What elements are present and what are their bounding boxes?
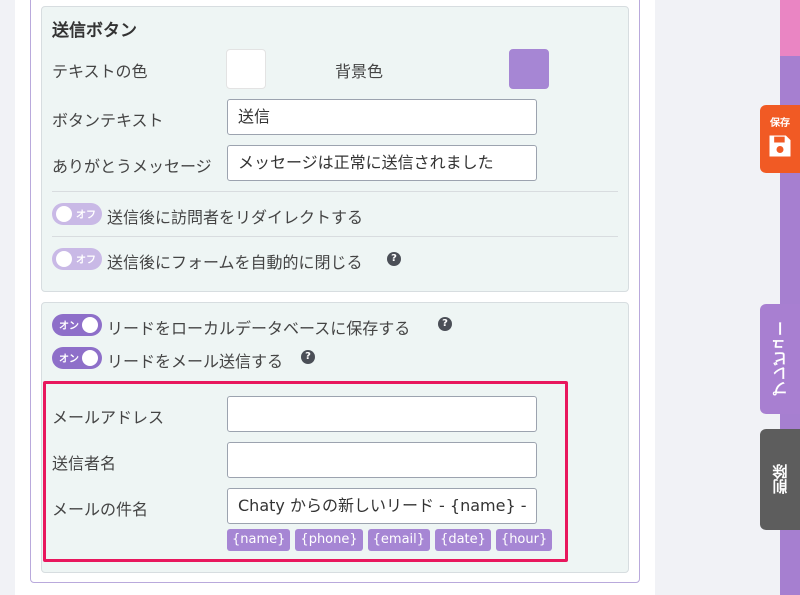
thank-you-input[interactable]: メッセージは正常に送信されました xyxy=(227,145,537,181)
tag-hour[interactable]: {hour} xyxy=(495,529,553,551)
help-icon[interactable]: ? xyxy=(301,350,315,364)
subject-input[interactable]: Chaty からの新しいリード - {name} - xyxy=(227,488,537,524)
help-icon[interactable]: ? xyxy=(387,252,401,266)
text-color-label: テキストの色 xyxy=(52,62,148,81)
toggle-state: オフ xyxy=(76,255,96,266)
bg-color-swatch[interactable] xyxy=(509,49,549,89)
toggle-knob xyxy=(56,206,72,222)
tag-name[interactable]: {name} xyxy=(227,529,291,551)
toggle-knob xyxy=(56,251,72,267)
toggle-state: オン xyxy=(59,354,79,365)
tag-date[interactable]: {date} xyxy=(435,529,491,551)
send-email-toggle[interactable]: オン xyxy=(52,347,102,369)
divider xyxy=(52,191,618,192)
help-icon[interactable]: ? xyxy=(438,317,452,331)
autoclose-toggle[interactable]: オフ xyxy=(52,248,102,270)
toggle-knob xyxy=(82,317,98,333)
delete-label: 削除 xyxy=(771,464,790,495)
save-icon xyxy=(769,135,791,157)
redirect-toggle[interactable]: オフ xyxy=(52,203,102,225)
bg-color-label: 背景色 xyxy=(335,62,384,81)
preview-label: プレビュー xyxy=(771,321,790,397)
email-address-label: メールアドレス xyxy=(52,408,165,427)
sender-name-input[interactable] xyxy=(227,442,537,478)
subject-label: メールの件名 xyxy=(52,500,149,519)
preview-button[interactable]: プレビュー xyxy=(760,304,800,414)
side-bar-accent xyxy=(780,0,800,56)
toggle-state: オン xyxy=(59,321,79,332)
redirect-label: 送信後に訪問者をリダイレクトする xyxy=(107,208,364,227)
toggle-state: オフ xyxy=(76,210,96,221)
save-label: 保存 xyxy=(770,118,790,129)
toggle-knob xyxy=(82,350,98,366)
autoclose-label: 送信後にフォームを自動的に閉じる xyxy=(107,253,363,272)
thank-you-label: ありがとうメッセージ xyxy=(52,157,212,176)
delete-button[interactable]: 削除 xyxy=(760,429,800,530)
section-title: 送信ボタン xyxy=(52,21,137,41)
merge-tags: {name} {phone} {email} {date} {hour} xyxy=(227,529,553,551)
save-to-db-label: リードをローカルデータベースに保存する xyxy=(107,319,411,338)
button-text-input[interactable]: 送信 xyxy=(227,99,537,135)
send-email-label: リードをメール送信する xyxy=(107,352,284,371)
email-address-input[interactable] xyxy=(227,396,537,432)
tag-email[interactable]: {email} xyxy=(367,529,431,551)
text-color-swatch[interactable] xyxy=(226,49,266,89)
save-to-db-toggle[interactable]: オン xyxy=(52,314,102,336)
button-text-label: ボタンテキスト xyxy=(52,111,164,130)
tag-phone[interactable]: {phone} xyxy=(295,529,363,551)
save-button[interactable]: 保存 xyxy=(760,105,800,173)
divider xyxy=(52,236,618,237)
sender-name-label: 送信者名 xyxy=(52,454,117,473)
